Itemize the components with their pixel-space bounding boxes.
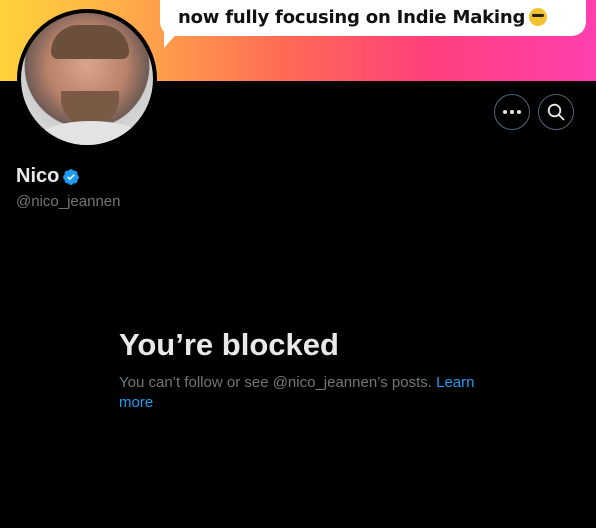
more-options-button[interactable]: [494, 94, 530, 130]
nerd-face-emoji-icon: [529, 8, 548, 26]
profile-name-row: Nico: [16, 165, 80, 188]
bubble-tail: [164, 30, 180, 48]
verified-badge-icon[interactable]: [62, 168, 80, 186]
blocked-message-block: You can’t follow or see @nico_jeannen’s …: [119, 373, 489, 413]
blocked-notice: You’re blocked You can’t follow or see @…: [119, 327, 489, 413]
search-button[interactable]: [538, 94, 574, 130]
more-horizontal-icon: [503, 110, 521, 114]
profile-avatar[interactable]: [17, 9, 157, 149]
blocked-message: You can’t follow or see @nico_jeannen’s …: [119, 374, 432, 391]
profile-name: Nico: [16, 165, 60, 187]
avatar-shirt: [35, 121, 147, 145]
blocked-title: You’re blocked: [119, 327, 339, 362]
banner-text: now fully focusing on Indie Making: [178, 6, 526, 28]
search-icon: [547, 103, 565, 121]
avatar-hair: [51, 25, 129, 59]
profile-handle: @nico_jeannen: [16, 193, 121, 210]
banner-speech-bubble: now fully focusing on Indie Making: [160, 0, 586, 36]
